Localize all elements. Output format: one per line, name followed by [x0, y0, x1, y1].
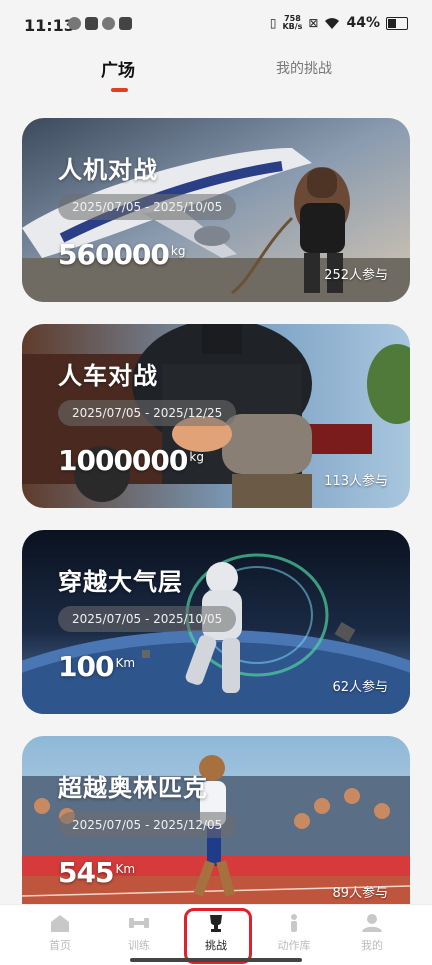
notification-icons — [68, 17, 132, 30]
card-participants: 89人参与 — [332, 886, 388, 901]
wifi-icon — [325, 17, 340, 29]
profile-icon — [362, 914, 382, 932]
dumbbell-icon — [129, 918, 149, 928]
nav-home[interactable]: 首页 — [30, 913, 90, 953]
network-speed: 758 KB/s — [282, 14, 303, 31]
card-target-value: 560000 kg — [58, 238, 186, 271]
card-title: 人机对战 — [58, 156, 158, 184]
check-badge-icon — [68, 17, 81, 30]
nav-profile[interactable]: 我的 — [342, 913, 402, 953]
play-icon — [119, 17, 132, 30]
card-date-range: 2025/07/05 - 2025/10/05 — [58, 606, 237, 632]
mail-icon — [85, 17, 98, 30]
card-date-range: 2025/07/05 - 2025/12/05 — [58, 812, 237, 838]
status-bar: 11:13 ▯ 758 KB/s ⊠ 44% — [0, 0, 432, 52]
app-notification-icon — [102, 17, 115, 30]
nav-training[interactable]: 训练 — [109, 913, 169, 953]
card-participants: 113人参与 — [324, 474, 388, 489]
card-target-value: 545 Km — [58, 856, 136, 889]
card-date-range: 2025/07/05 - 2025/10/05 — [58, 194, 237, 220]
home-indicator-bar[interactable] — [130, 958, 302, 962]
card-title: 穿越大气层 — [58, 568, 183, 596]
battery-icon — [386, 16, 408, 30]
card-participants: 252人参与 — [324, 268, 388, 283]
status-right: ▯ 758 KB/s ⊠ 44% — [270, 15, 408, 31]
battery-percent: 44% — [346, 15, 380, 31]
tab-my-challenges[interactable]: 我的挑战 — [276, 58, 332, 78]
card-date-range: 2025/07/05 - 2025/12/25 — [58, 400, 237, 426]
exercise-library-icon — [291, 914, 297, 932]
challenge-card-olympic[interactable]: 超越奥林匹克 2025/07/05 - 2025/12/05 545 Km 89人… — [22, 736, 410, 906]
card-target-value: 100 Km — [58, 650, 136, 683]
card-participants: 62人参与 — [332, 680, 388, 695]
nav-exercise-library[interactable]: 动作库 — [264, 913, 324, 953]
active-nav-highlight — [184, 908, 252, 964]
challenge-card-human-vs-train[interactable]: 人车对战 2025/07/05 - 2025/12/25 1000000 kg 1… — [22, 324, 410, 508]
active-tab-indicator — [111, 88, 128, 92]
card-title: 人车对战 — [58, 362, 158, 390]
card-title: 超越奥林匹克 — [58, 774, 208, 802]
challenge-card-human-vs-plane[interactable]: 人机对战 2025/07/05 - 2025/10/05 560000 kg 25… — [22, 118, 410, 302]
tab-plaza[interactable]: 广场 — [101, 56, 135, 81]
vibrate-icon: ▯ — [269, 16, 277, 30]
challenge-card-atmosphere[interactable]: 穿越大气层 2025/07/05 - 2025/10/05 100 Km 62人参… — [22, 530, 410, 714]
home-icon — [51, 915, 69, 932]
top-tabs: 广场 我的挑战 — [0, 52, 432, 98]
card-target-value: 1000000 kg — [58, 444, 204, 477]
no-sim-icon: ⊠ — [308, 16, 319, 30]
